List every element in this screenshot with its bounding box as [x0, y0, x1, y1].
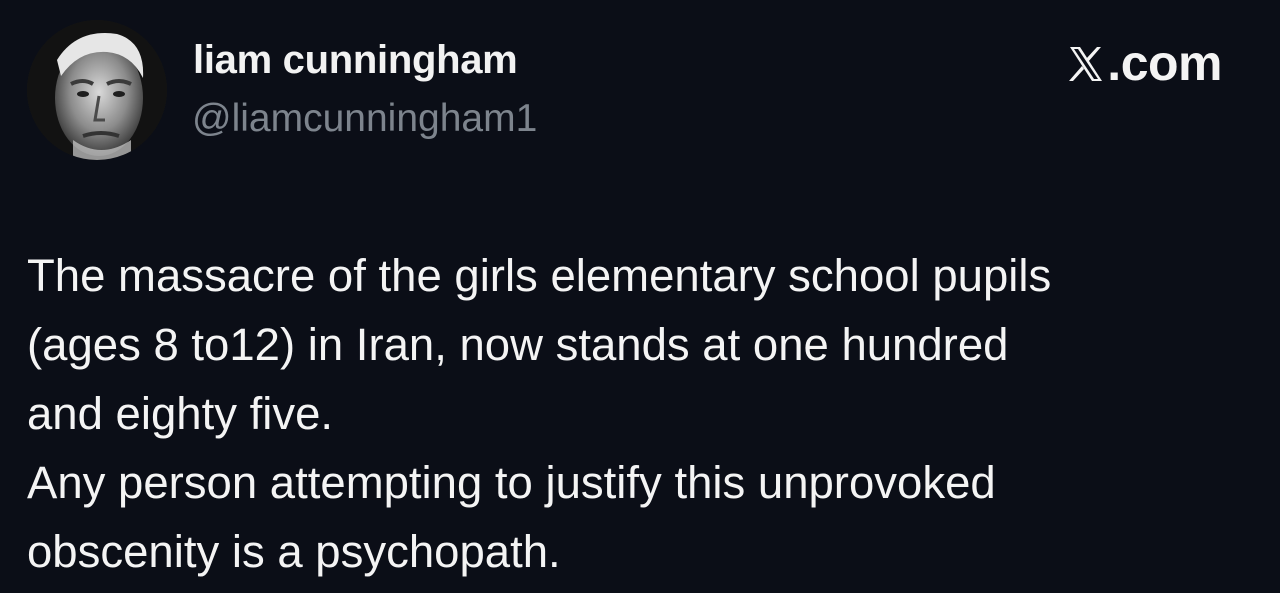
x-logo-icon [1068, 37, 1104, 81]
user-handle[interactable]: @liamcunningham1 [192, 97, 537, 141]
tweet-line: and eighty five. [27, 388, 334, 439]
post-card: liam cunningham @liamcunningham1 .com Th… [0, 0, 1280, 593]
display-name[interactable]: liam cunningham [193, 38, 518, 83]
tweet-line: obscenity is a psychopath. [27, 526, 561, 577]
tweet-line: (ages 8 to12) in Iran, now stands at one… [27, 319, 1009, 370]
brand-watermark: .com [1068, 34, 1222, 92]
tweet-line: Any person attempting to justify this un… [27, 457, 996, 508]
tweet-line: The massacre of the girls elementary sch… [27, 250, 1052, 301]
brand-domain: .com [1107, 35, 1222, 91]
profile-photo-icon [27, 20, 167, 160]
avatar[interactable] [27, 20, 167, 160]
tweet-text: The massacre of the girls elementary sch… [27, 241, 1257, 586]
